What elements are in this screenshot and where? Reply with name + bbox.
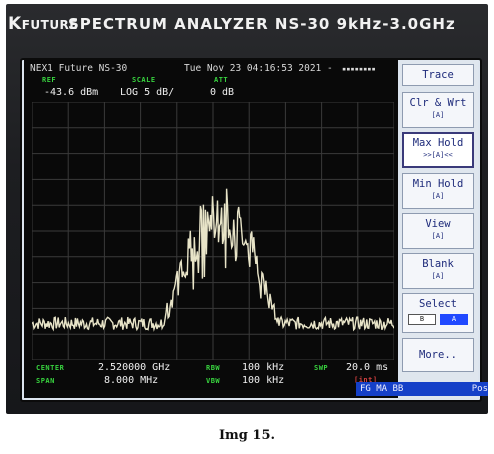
- select-option-a[interactable]: A: [440, 314, 468, 325]
- ref-label: REF: [42, 76, 57, 84]
- center-value: 2.520000 GHz: [98, 362, 171, 373]
- datetime: Tue Nov 23 04:16:53 2021 -: [184, 63, 333, 74]
- status-dashes: ▪▪▪▪▪▪▪▪: [342, 65, 376, 73]
- status-bar: FG MA BB Pos: [356, 382, 488, 396]
- softkey-panel: Trace Clr & Wrt [A] Max Hold >>[A]<< Min…: [400, 60, 478, 398]
- softkey-trace[interactable]: Trace: [402, 64, 474, 86]
- device-name: NEX1 Future NS-30: [30, 63, 128, 74]
- softkey-blank[interactable]: Blank [A]: [402, 253, 474, 289]
- vbw-label: VBW: [206, 377, 221, 385]
- status-pos: Pos: [471, 384, 488, 394]
- spectrum-display: NEX1 Future NS-30 Tue Nov 23 04:16:53 20…: [24, 60, 398, 398]
- center-label: CENTER: [36, 364, 65, 372]
- softkey-view[interactable]: View [A]: [402, 213, 474, 249]
- scale-value: LOG 5 dB/: [120, 87, 175, 98]
- spectrum-trace-svg: [31, 101, 395, 361]
- vbw-value: 100 kHz: [242, 375, 285, 386]
- softkey-more[interactable]: More..: [402, 338, 474, 372]
- softkey-clear-write[interactable]: Clr & Wrt [A]: [402, 92, 474, 128]
- span-label: SPAN: [36, 377, 55, 385]
- att-value: 0 dB: [210, 87, 235, 98]
- scale-label: SCALE: [132, 76, 156, 84]
- select-option-b[interactable]: B: [408, 314, 436, 325]
- spectrum-graticule: [31, 101, 395, 361]
- span-value: 8.000 MHz: [104, 375, 159, 386]
- status-mode: FG MA BB: [360, 384, 404, 394]
- softkey-max-hold[interactable]: Max Hold >>[A]<<: [402, 132, 474, 168]
- rbw-value: 100 kHz: [242, 362, 285, 373]
- softkey-select[interactable]: Select BA: [402, 293, 474, 333]
- swp-value: 20.0 ms: [346, 362, 389, 373]
- analyzer-photo: KFUTURE SPECTRUM ANALYZER NS-30 9kHz-3.0…: [6, 4, 488, 414]
- figure-caption: Img 15.: [218, 428, 276, 443]
- softkey-min-hold[interactable]: Min Hold [A]: [402, 173, 474, 209]
- brand-title: SPECTRUM ANALYZER NS-30 9kHz-3.0GHz: [68, 15, 456, 33]
- analyzer-screen: NEX1 Future NS-30 Tue Nov 23 04:16:53 20…: [20, 58, 488, 402]
- rbw-label: RBW: [206, 364, 221, 372]
- att-label: ATT: [214, 76, 229, 84]
- ref-value: -43.6 dBm: [44, 87, 99, 98]
- swp-label: SWP: [314, 364, 329, 372]
- analyzer-bezel-header: KFUTURE SPECTRUM ANALYZER NS-30 9kHz-3.0…: [6, 4, 488, 48]
